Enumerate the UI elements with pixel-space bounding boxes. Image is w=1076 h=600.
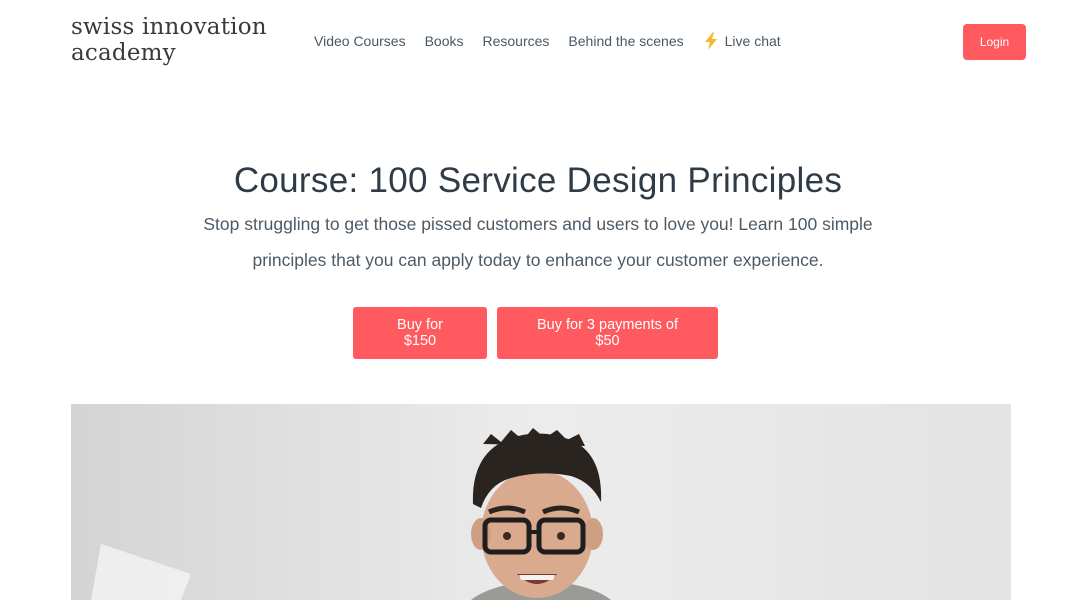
nav-item-behind-the-scenes[interactable]: Behind the scenes [568,33,683,49]
buy-installments-button[interactable]: Buy for 3 payments of $50 [497,307,718,359]
hero-section: Course: 100 Service Design Principles St… [0,156,1076,278]
lightning-bolt-icon [704,32,717,50]
buy-full-price-button[interactable]: Buy for $150 [353,307,487,359]
nav-item-resources[interactable]: Resources [483,33,550,49]
nav-item-live-chat[interactable]: Live chat [703,32,781,50]
brand-logo-line-2: academy [71,40,176,66]
hero-subtitle: Stop struggling to get those pissed cust… [203,214,873,270]
nav-item-video-courses[interactable]: Video Courses [314,33,406,49]
top-navbar: swiss innovation academy Video Courses B… [0,0,1076,84]
page-title: Course: 100 Service Design Principles [233,161,843,200]
purchase-buttons: Buy for $150 Buy for 3 payments of $50 [353,307,718,359]
instructor-photo [71,404,1011,600]
brand-logo-line-1: swiss innovation [71,14,267,40]
brand-logo[interactable]: swiss innovation academy [71,14,267,66]
course-video-thumbnail[interactable] [71,404,1011,600]
login-button[interactable]: Login [963,24,1026,60]
main-nav: Video Courses Books Resources Behind the… [314,32,800,50]
nav-item-books[interactable]: Books [425,33,464,49]
nav-item-live-chat-label: Live chat [724,33,781,49]
